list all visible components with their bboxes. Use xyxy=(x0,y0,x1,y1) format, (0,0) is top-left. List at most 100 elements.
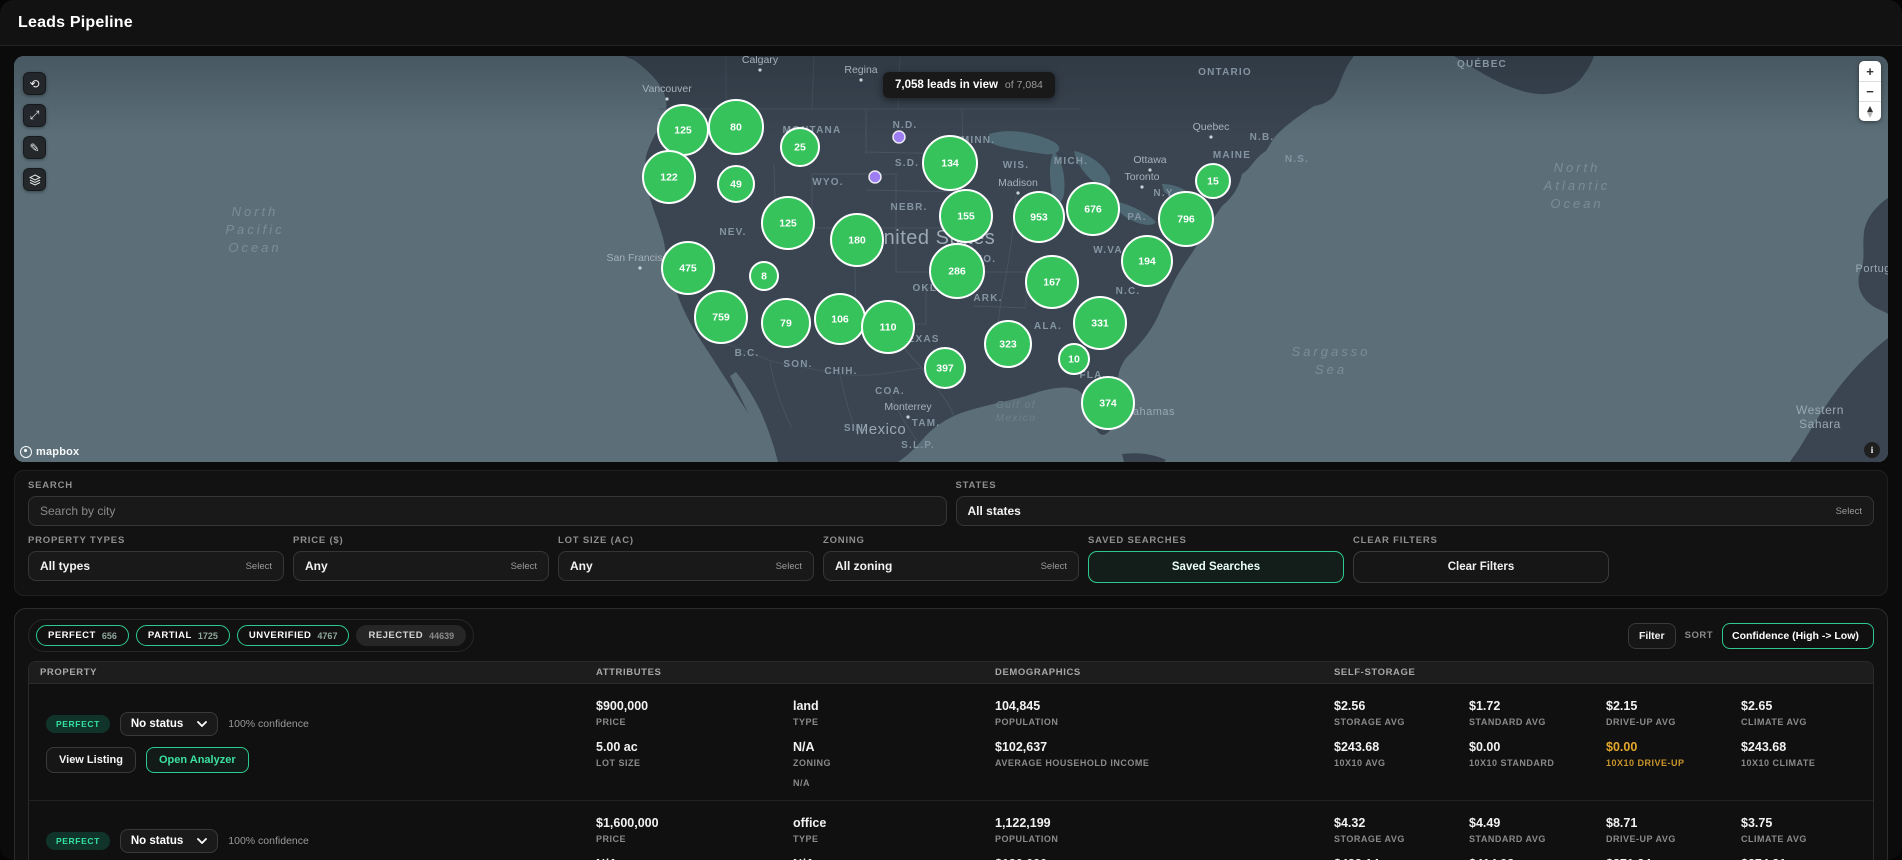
lead-cluster[interactable]: 194 xyxy=(1121,235,1173,287)
stat-value: $3.75 xyxy=(1741,816,1773,830)
zoning-select[interactable]: All zoning Select xyxy=(823,551,1079,581)
lead-cluster[interactable]: 759 xyxy=(694,290,748,344)
zoom-out-icon[interactable]: − xyxy=(1859,81,1881,101)
cluster-count: 134 xyxy=(941,158,959,170)
lead-cluster[interactable]: 125 xyxy=(761,196,815,250)
lead-cluster[interactable]: 134 xyxy=(922,135,978,191)
view-listing-button[interactable]: View Listing xyxy=(46,746,136,773)
tab-perfect-label: PERFECT xyxy=(48,630,96,641)
property-types-select[interactable]: All types Select xyxy=(28,551,284,581)
lead-cluster[interactable]: 180 xyxy=(830,213,884,267)
region-label: TAM. xyxy=(912,418,941,429)
lead-cluster[interactable]: 8 xyxy=(749,261,779,291)
lead-cluster[interactable]: 79 xyxy=(761,298,811,348)
lot-size-select[interactable]: Any Select xyxy=(558,551,814,581)
tab-perfect[interactable]: PERFECT 656 xyxy=(36,625,129,646)
states-group: STATES All states Select xyxy=(955,480,1874,526)
states-select[interactable]: All states Select xyxy=(955,496,1874,526)
lead-dot[interactable] xyxy=(892,130,906,144)
lead-cluster[interactable]: 10 xyxy=(1058,343,1090,375)
stat-value: office xyxy=(793,816,827,830)
map-canvas[interactable]: North Pacific OceanNorth Atlantic OceanSarga… xyxy=(14,56,1888,462)
stat-column: $1.72 STANDARD AVG $0.00 10X10 STANDARD xyxy=(1469,684,1606,800)
cluster-count: 15 xyxy=(1207,176,1219,188)
cluster-count: 374 xyxy=(1099,398,1117,410)
stat-cell: 104,845 POPULATION xyxy=(995,699,1334,727)
saved-searches-button[interactable]: Saved Searches xyxy=(1088,551,1344,583)
region-label: SON. xyxy=(783,359,812,370)
svg-text:Quebec: Quebec xyxy=(1193,121,1230,133)
filter-button[interactable]: Filter xyxy=(1627,622,1676,649)
pencil-icon[interactable]: ✎ xyxy=(23,136,46,159)
app-header: Leads Pipeline xyxy=(0,0,1902,46)
stat-value: 104,845 xyxy=(995,699,1041,713)
tab-partial[interactable]: PARTIAL 1725 xyxy=(135,625,230,646)
map-panel[interactable]: North Pacific Ocean North Atlantic Ocean Sarga… xyxy=(14,56,1888,462)
cluster-count: 397 xyxy=(936,363,954,375)
lead-cluster[interactable]: 323 xyxy=(984,320,1032,368)
search-input[interactable] xyxy=(28,496,947,526)
stat-label: TYPE xyxy=(793,834,819,844)
expand-icon[interactable]: ⤢ xyxy=(23,104,46,127)
cluster-count: 79 xyxy=(780,318,792,330)
region-label: S.D. xyxy=(895,158,919,169)
region-label: PA. xyxy=(1127,212,1147,223)
cluster-count: 323 xyxy=(999,339,1017,351)
lead-cluster[interactable]: 49 xyxy=(717,165,755,203)
lead-cluster[interactable]: 796 xyxy=(1158,191,1214,247)
lead-cluster[interactable]: 397 xyxy=(924,347,966,389)
lead-cluster[interactable]: 80 xyxy=(708,99,764,155)
status-dropdown[interactable]: No status xyxy=(119,828,219,853)
compass-icon[interactable] xyxy=(1859,101,1881,121)
status-dropdown[interactable]: No status xyxy=(119,711,219,736)
stat-extra: N/A xyxy=(793,778,810,788)
lead-cluster[interactable]: 475 xyxy=(661,241,715,295)
stat-label: STORAGE AVG xyxy=(1334,834,1405,844)
region-label: N.C. xyxy=(1116,286,1141,297)
price-group: PRICE ($) Any Select xyxy=(293,535,549,583)
cluster-count: 106 xyxy=(831,314,849,326)
svg-text:Vancouver: Vancouver xyxy=(642,83,692,95)
rotate-icon[interactable]: ⟲ xyxy=(23,72,46,95)
stat-cell: $0.00 10X10 DRIVE-UP xyxy=(1606,740,1741,768)
stat-column: $2.56 STORAGE AVG $243.68 10X10 AVG xyxy=(1334,684,1469,800)
lead-cluster[interactable]: 374 xyxy=(1081,376,1135,430)
chevron-down-icon xyxy=(197,720,208,727)
cluster-count: 80 xyxy=(730,122,742,134)
lead-cluster[interactable]: 15 xyxy=(1195,163,1231,199)
lead-cluster[interactable]: 676 xyxy=(1066,182,1120,236)
region-label: CHIH. xyxy=(824,366,857,377)
zoom-in-icon[interactable]: + xyxy=(1859,61,1881,81)
lead-cluster[interactable]: 331 xyxy=(1073,296,1127,350)
region-label: N.D. xyxy=(893,120,918,131)
lead-cluster[interactable]: 953 xyxy=(1013,191,1065,243)
place-label: Sahara xyxy=(1799,417,1841,431)
clear-filters-button[interactable]: Clear Filters xyxy=(1353,551,1609,583)
lead-cluster[interactable]: 106 xyxy=(814,293,866,345)
stat-cell: $243.68 10X10 CLIMATE xyxy=(1741,740,1873,768)
price-label: PRICE ($) xyxy=(293,535,344,546)
sort-select[interactable]: Confidence (High -> Low) xyxy=(1722,622,1874,649)
price-select[interactable]: Any Select xyxy=(293,551,549,581)
open-analyzer-button[interactable]: Open Analyzer xyxy=(145,746,249,773)
table-row: PERFECTNo status100% confidenceView List… xyxy=(29,801,1873,860)
layers-icon[interactable] xyxy=(23,168,46,191)
lead-cluster[interactable]: 122 xyxy=(642,150,696,204)
lead-cluster[interactable]: 167 xyxy=(1025,255,1079,309)
lead-dot[interactable] xyxy=(868,170,882,184)
info-icon[interactable]: i xyxy=(1864,442,1880,458)
lead-cluster[interactable]: 155 xyxy=(939,189,993,243)
states-select-action: Select xyxy=(1835,505,1862,517)
tab-unverified[interactable]: UNVERIFIED 4767 xyxy=(236,625,350,646)
zoning-action: Select xyxy=(1040,560,1067,572)
tab-rejected[interactable]: REJECTED 44639 xyxy=(356,625,467,646)
stat-column: $900,000 PRICE 5.00 ac LOT SIZE xyxy=(596,684,793,800)
lead-cluster[interactable]: 25 xyxy=(780,127,820,167)
mapbox-attribution[interactable]: mapbox xyxy=(20,446,79,458)
lead-cluster[interactable]: 110 xyxy=(861,300,915,354)
leads-total-count: of 7,084 xyxy=(1004,79,1043,91)
lead-cluster[interactable]: 286 xyxy=(929,243,985,299)
lead-cluster[interactable]: 125 xyxy=(657,104,709,156)
stat-cell: $3.75 CLIMATE AVG xyxy=(1741,816,1873,844)
rotate-glyph: ⟲ xyxy=(29,76,40,91)
